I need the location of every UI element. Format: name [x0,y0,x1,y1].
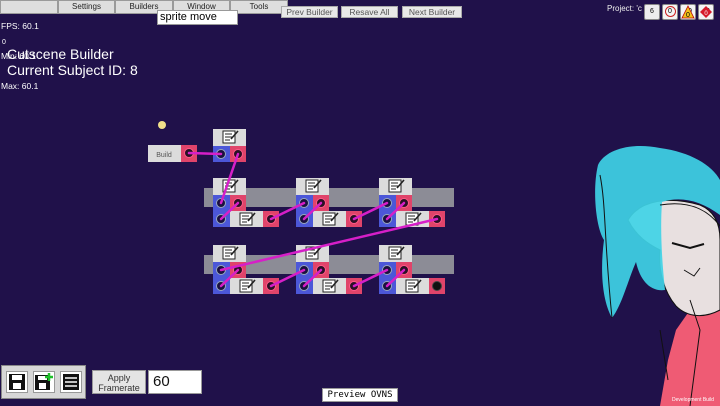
list-button[interactable] [60,371,82,393]
apply-label-line2: Framerate [98,383,140,393]
save-new-icon [35,373,53,390]
svg-text:0: 0 [686,12,690,19]
preview-button[interactable]: Preview OVNS [322,388,398,402]
prev-builder-button[interactable]: Prev Builder [281,6,338,18]
apply-label-line1: Apply [107,373,131,383]
resave-all-button[interactable]: Resave All [341,6,398,18]
timer-icon[interactable]: 0 [662,4,678,20]
node-top-1[interactable] [213,129,246,162]
builder-title: Cutscene Builder Current Subject ID: 8 [7,46,138,78]
save-button[interactable] [6,371,28,393]
character-portrait [595,145,720,406]
subject-id: Current Subject ID: 8 [7,62,138,78]
menu-settings[interactable]: Settings [58,0,115,14]
zero-counter: 0 [2,39,6,46]
fps-max: Max: 60.1 [1,81,39,91]
apply-framerate-button[interactable]: Apply Framerate [92,370,146,394]
counter-icon[interactable]: 6 [644,4,660,20]
menu-tools[interactable]: Tools [230,0,288,14]
file-toolbar [1,365,86,399]
command-input[interactable]: sprite move [157,10,238,25]
list-icon [63,374,79,390]
development-build-label: Development Build [672,397,714,403]
page-title: Cutscene Builder [7,46,114,62]
error-icon[interactable]: 0 0 [698,4,714,20]
save-new-button[interactable] [33,371,55,393]
timer-icon-count: 0 [664,6,676,17]
warning-icon[interactable]: 0 0 [680,4,696,20]
next-builder-button[interactable]: Next Builder [402,6,462,18]
start-marker-icon[interactable] [158,121,166,129]
fps-value: FPS: 60.1 [1,21,39,31]
framerate-input[interactable]: 60 [148,370,202,394]
save-icon [9,374,25,390]
project-label: Project: 'c [607,4,642,13]
build-node-label: Build [156,152,172,159]
